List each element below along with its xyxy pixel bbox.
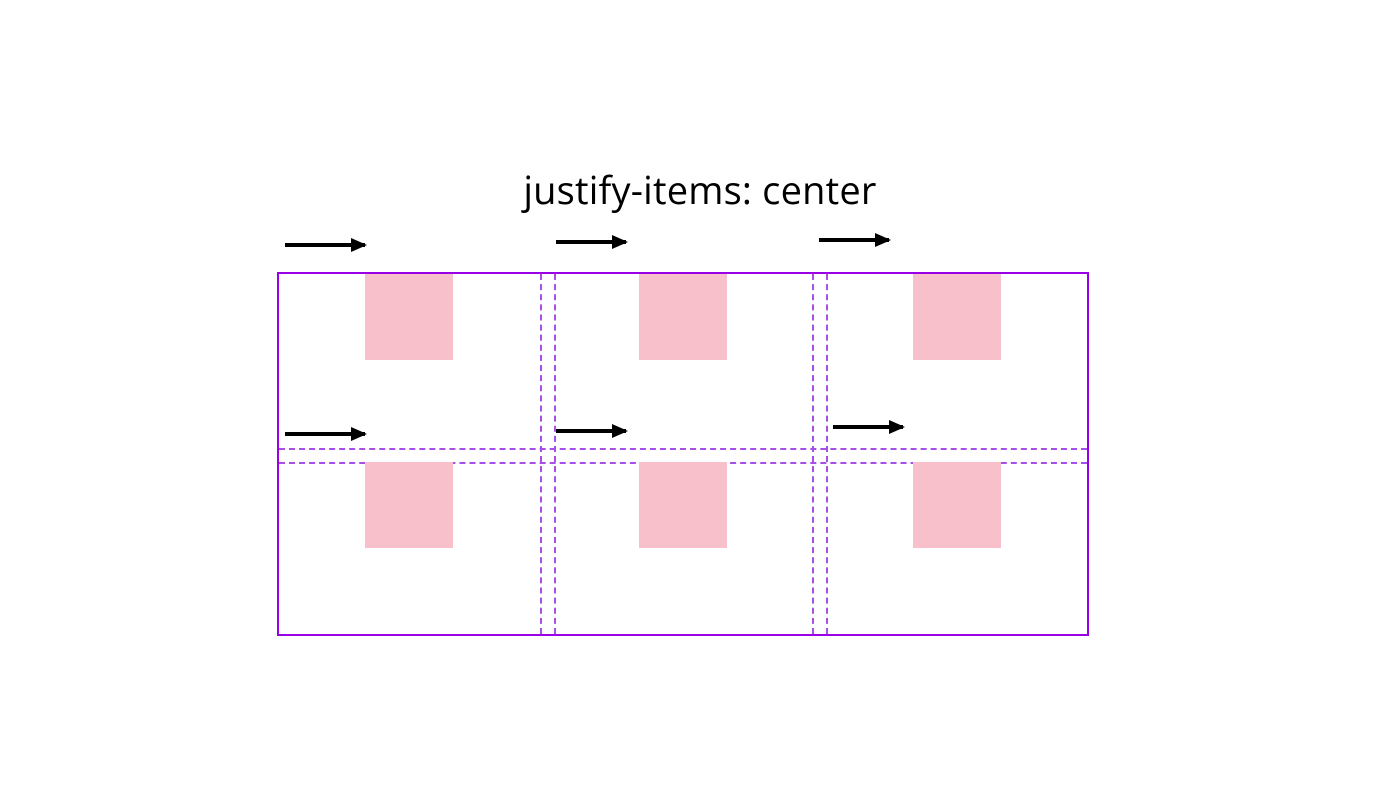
grid-item — [365, 274, 453, 360]
arrow-right-icon — [556, 429, 626, 433]
grid-item — [639, 462, 727, 548]
arrow-right-icon — [833, 425, 903, 429]
grid-item — [365, 462, 453, 548]
diagram-stage: justify-items: center — [0, 0, 1400, 788]
arrow-right-icon — [556, 240, 626, 244]
arrow-right-icon — [285, 432, 365, 436]
grid-item — [913, 274, 1001, 360]
grid-item — [639, 274, 727, 360]
arrow-right-icon — [285, 243, 365, 247]
grid-item — [913, 462, 1001, 548]
arrow-right-icon — [819, 238, 889, 242]
diagram-title: justify-items: center — [0, 164, 1400, 216]
